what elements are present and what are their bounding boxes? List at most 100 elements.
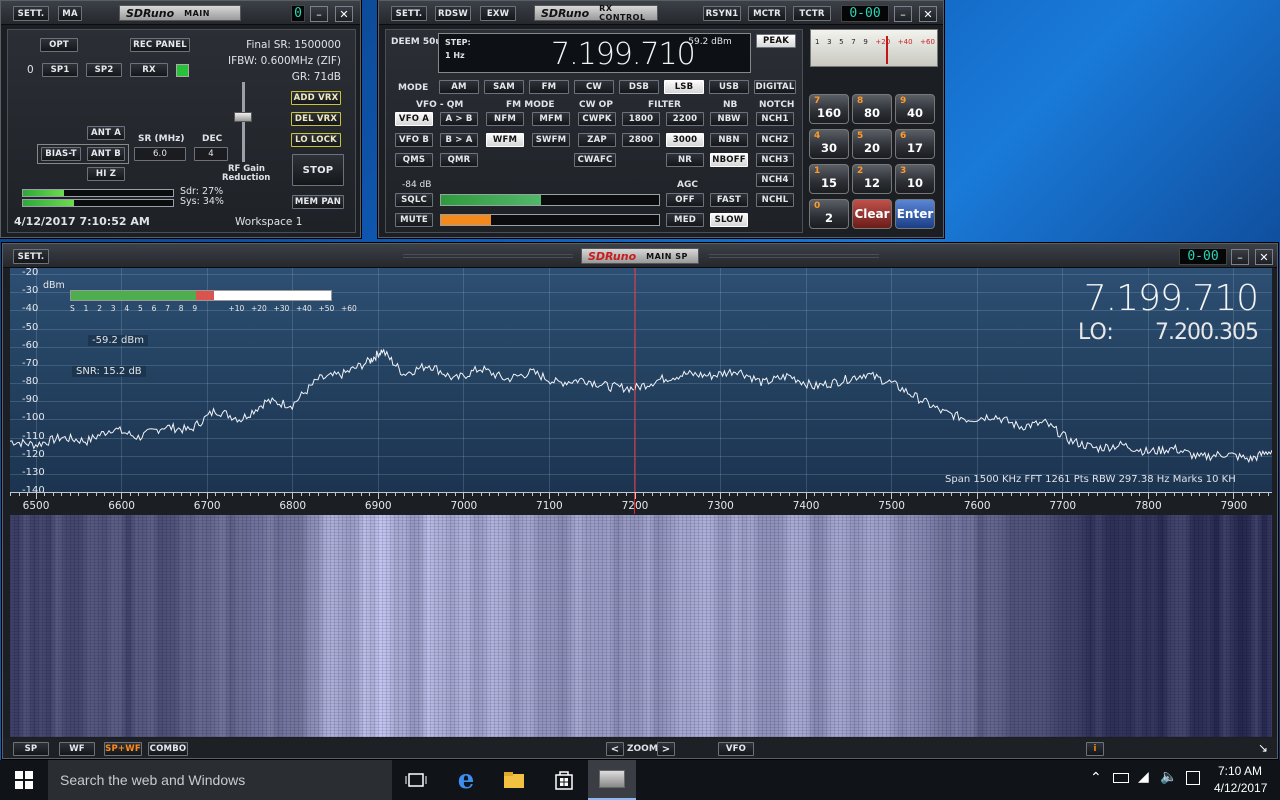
clock-time[interactable]: 7:10 AM [1218, 764, 1262, 778]
mode-sam[interactable]: SAM [484, 80, 524, 94]
clock-date[interactable]: 4/12/2017 [1214, 781, 1267, 795]
rec-panel-button[interactable]: REC PANEL [130, 38, 190, 52]
nbw-button[interactable]: NBW [710, 112, 748, 126]
peak-button[interactable]: PEAK [756, 34, 796, 48]
mode-digital[interactable]: DIGITAL [754, 80, 796, 94]
file-explorer-icon[interactable] [490, 760, 538, 800]
filter-1800[interactable]: 1800 [622, 112, 660, 126]
chevron-up-icon[interactable]: ⌃ [1090, 770, 1102, 786]
sp-button[interactable]: SP [13, 742, 49, 756]
agc-slow-button[interactable]: SLOW [710, 213, 748, 227]
nr-button[interactable]: NR [666, 153, 704, 167]
main-titlebar[interactable]: SETT. MA SDRuno MAIN 0 – ✕ [1, 1, 360, 25]
bias-t-button[interactable]: BIAS-T [41, 147, 81, 161]
minimize-icon[interactable]: – [310, 6, 328, 22]
main-sett-button[interactable]: SETT. [13, 6, 49, 21]
volume-muted-icon[interactable]: 🔈 [1160, 769, 1177, 785]
mode-dsb[interactable]: DSB [619, 80, 659, 94]
b-to-a-button[interactable]: B > A [440, 133, 478, 147]
sqlc-button[interactable]: SQLC [395, 193, 433, 207]
info-button[interactable]: i [1086, 742, 1104, 756]
nch4-button[interactable]: NCH4 [756, 173, 794, 187]
task-view-icon[interactable] [392, 760, 440, 800]
key-0[interactable]: 02 [809, 199, 849, 229]
nchl-button[interactable]: NCHL [756, 193, 794, 207]
mctr-button[interactable]: MCTR [748, 6, 786, 21]
sp1-button[interactable]: SP1 [42, 63, 78, 77]
windows-start-icon[interactable] [0, 760, 48, 800]
nfm-button[interactable]: NFM [486, 112, 524, 126]
agc-fast-button[interactable]: FAST [710, 193, 748, 207]
zoom-in-button[interactable]: > [657, 742, 675, 756]
swfm-button[interactable]: SWFM [532, 133, 570, 147]
key-8[interactable]: 8 80 [852, 94, 892, 124]
tctr-button[interactable]: TCTR [793, 6, 831, 21]
close-icon[interactable]: ✕ [1255, 249, 1273, 265]
del-vrx-button[interactable]: DEL VRX [291, 112, 341, 126]
cwpk-button[interactable]: CWPK [578, 112, 616, 126]
lo-lock-button[interactable]: LO LOCK [291, 133, 341, 147]
agc-med-button[interactable]: MED [666, 213, 704, 227]
wifi-icon[interactable]: ◢ [1138, 769, 1149, 785]
mode-cw[interactable]: CW [574, 80, 614, 94]
rdsw-button[interactable]: RDSW [435, 6, 471, 21]
main-ma-button[interactable]: MA [58, 6, 82, 21]
mute-button[interactable]: MUTE [395, 213, 433, 227]
rx-button[interactable]: RX [130, 63, 168, 77]
rf-gain-slider-track[interactable] [242, 82, 245, 162]
rf-gain-slider-handle[interactable] [234, 112, 252, 122]
rsyn1-button[interactable]: RSYN1 [703, 6, 741, 21]
edge-icon[interactable]: e [442, 760, 490, 800]
mode-lsb[interactable]: LSB [664, 80, 704, 94]
stop-button[interactable]: STOP [292, 154, 344, 186]
waterfall-display[interactable] [10, 515, 1272, 737]
vfo-button[interactable]: VFO [718, 742, 754, 756]
close-icon[interactable]: ✕ [335, 6, 353, 22]
filter-2200[interactable]: 2200 [666, 112, 704, 126]
rx-sett-button[interactable]: SETT. [391, 6, 427, 21]
sp-wf-button[interactable]: SP+WF [104, 742, 142, 756]
search-box[interactable]: Search the web and Windows [48, 760, 392, 800]
minimize-icon[interactable]: – [1231, 249, 1249, 265]
clear-key[interactable]: Clear [852, 199, 892, 229]
nch3-button[interactable]: NCH3 [756, 153, 794, 167]
key-2[interactable]: 2 12 [852, 164, 892, 194]
enter-key[interactable]: Enter [895, 199, 935, 229]
nbn-button[interactable]: NBN [710, 133, 748, 147]
vfo-a-button[interactable]: VFO A [395, 112, 433, 126]
key-6[interactable]: 6 17 [895, 129, 935, 159]
add-vrx-button[interactable]: ADD VRX [291, 91, 341, 105]
sr-value[interactable]: 6.0 [134, 147, 186, 161]
filter-2800[interactable]: 2800 [622, 133, 660, 147]
key-5[interactable]: 5 20 [852, 129, 892, 159]
hi-z-button[interactable]: HI Z [87, 167, 125, 181]
sp-sett-button[interactable]: SETT. [13, 249, 49, 264]
mem-pan-button[interactable]: MEM PAN [292, 195, 344, 209]
zap-button[interactable]: ZAP [578, 133, 616, 147]
wf-button[interactable]: WF [59, 742, 95, 756]
sp2-button[interactable]: SP2 [86, 63, 122, 77]
filter-3000[interactable]: 3000 [666, 133, 704, 147]
store-icon[interactable] [540, 760, 588, 800]
rx-titlebar[interactable]: SETT. RDSW EXW SDRuno RX CONTROL RSYN1 MC… [379, 1, 943, 25]
zoom-out-button[interactable]: < [606, 742, 624, 756]
nch1-button[interactable]: NCH1 [756, 112, 794, 126]
main-frequency[interactable]: 7.199.710 [551, 37, 696, 72]
nboff-button[interactable]: NBOFF [710, 153, 748, 167]
mode-am[interactable]: AM [439, 80, 479, 94]
key-1[interactable]: 1 15 [809, 164, 849, 194]
squelch-bar[interactable] [440, 194, 660, 206]
opt-button[interactable]: OPT [40, 38, 78, 52]
agc-off-button[interactable]: OFF [666, 193, 704, 207]
ant-b-button[interactable]: ANT B [87, 147, 125, 161]
action-center-icon[interactable] [1186, 771, 1200, 785]
volume-bar[interactable] [440, 214, 660, 226]
vfo-b-button[interactable]: VFO B [395, 133, 433, 147]
spectrum-plot[interactable] [10, 268, 1272, 493]
key-3[interactable]: 3 10 [895, 164, 935, 194]
sdruno-taskbar-icon[interactable] [588, 760, 636, 800]
key-4[interactable]: 4 30 [809, 129, 849, 159]
close-icon[interactable]: ✕ [919, 6, 937, 22]
qms-button[interactable]: QMS [395, 153, 433, 167]
combo-button[interactable]: COMBO [148, 742, 188, 756]
